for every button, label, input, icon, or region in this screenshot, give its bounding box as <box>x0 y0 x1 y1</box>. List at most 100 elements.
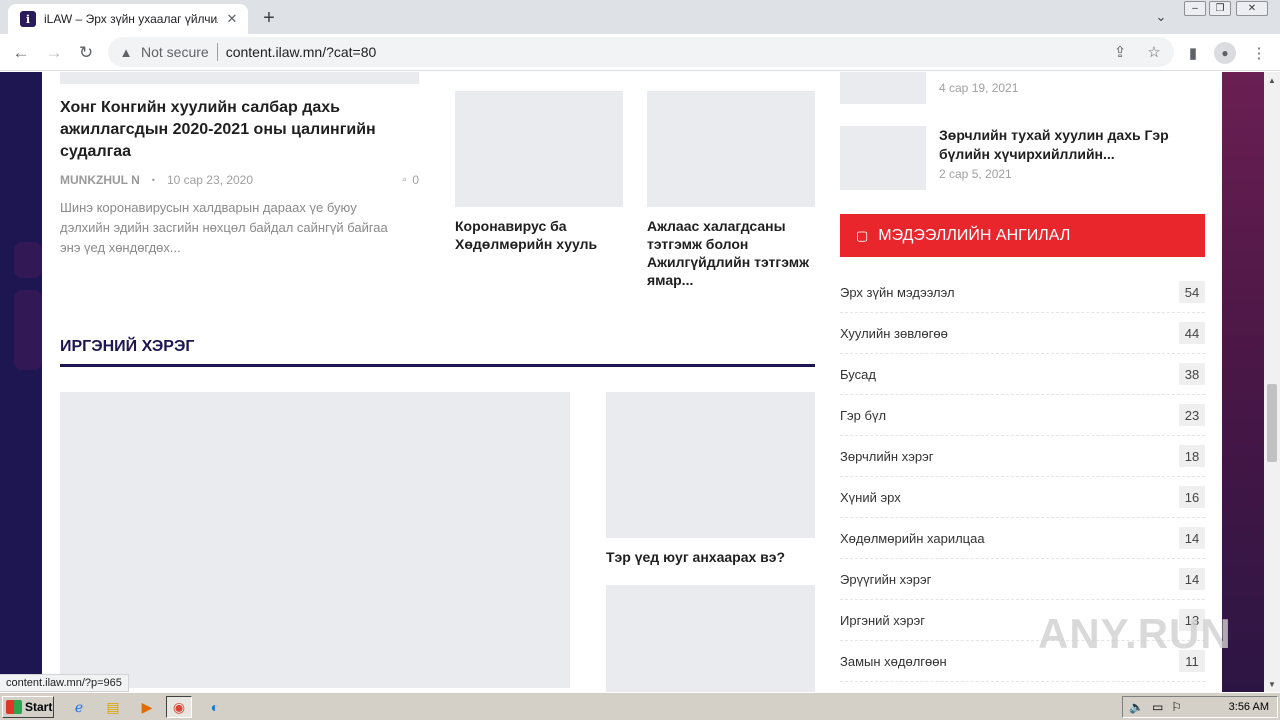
comment-count[interactable]: 0 <box>412 173 419 187</box>
profile-icon[interactable]: ● <box>1214 42 1236 64</box>
url-text[interactable]: content.ilaw.mn/?cat=80 <box>226 44 377 60</box>
forward-icon[interactable]: → <box>42 41 66 65</box>
post-thumbnail[interactable] <box>647 91 815 207</box>
clock[interactable]: 3:56 AM <box>1229 701 1269 713</box>
browser-toolbar: ← → ↻ ▲ Not secure content.ilaw.mn/?cat=… <box>0 34 1280 71</box>
scroll-up-arrow-icon[interactable]: ▲ <box>1264 72 1280 88</box>
section-title[interactable]: ИРГЭНИЙ ХЭРЭГ <box>60 338 194 356</box>
background-decoration <box>14 242 42 278</box>
page-viewport: Хонг Конгийн хуулийн салбар дахь ажиллаг… <box>0 72 1264 692</box>
recent-post-thumbnail[interactable] <box>840 72 926 104</box>
browser-tab[interactable]: i iLAW – Эрх зүйн ухаалаг үйлчилгээ ✕ <box>8 4 248 34</box>
category-item[interactable]: Бусад 38 <box>840 354 1205 395</box>
post-thumbnail[interactable] <box>455 91 623 207</box>
edge-icon[interactable]: ◐ <box>202 696 228 718</box>
chrome-taskbar-icon[interactable]: ◉ <box>166 696 192 718</box>
category-item[interactable]: Хөдөлмөрийн харилцаа 14 <box>840 518 1205 559</box>
category-name[interactable]: Замын хөдөлгөөн <box>840 654 947 669</box>
category-name[interactable]: Хуулийн зөвлөгөө <box>840 326 948 341</box>
post-thumbnail[interactable] <box>606 392 815 538</box>
tab-search-chevron-icon[interactable]: ⌄ <box>1152 8 1170 26</box>
post-author[interactable]: MUNKZHUL N <box>60 173 140 187</box>
volume-icon[interactable]: 🔈 <box>1129 700 1144 714</box>
category-count: 54 <box>1179 281 1205 303</box>
omnibox-divider <box>216 43 218 61</box>
category-name[interactable]: Хөдөлмөрийн харилцаа <box>840 531 985 546</box>
category-name[interactable]: Хүний эрх <box>840 490 901 505</box>
file-explorer-icon[interactable]: ▤ <box>100 696 126 718</box>
recent-post-thumbnail[interactable] <box>840 126 926 190</box>
link-status-bubble: content.ilaw.mn/?p=965 <box>0 674 129 692</box>
menu-kebab-icon[interactable]: ⋮ <box>1248 42 1270 64</box>
post-title[interactable]: Хонг Конгийн хуулийн салбар дахь ажиллаг… <box>60 97 430 163</box>
section-divider <box>60 364 815 367</box>
side-panel-icon[interactable]: ▮ <box>1182 42 1204 64</box>
category-name[interactable]: Эрх зүйн мэдээлэл <box>840 285 955 300</box>
recent-post-title-clipped[interactable] <box>939 72 1205 74</box>
network-icon[interactable]: ▭ <box>1152 700 1163 714</box>
category-count: 44 <box>1179 322 1205 344</box>
background-image <box>1222 72 1264 692</box>
folder-icon: ▢ <box>856 227 869 243</box>
windows-logo-icon <box>6 700 22 714</box>
post-title[interactable]: Коронавирус ба Хөдөлмөрийн хууль <box>455 217 623 253</box>
category-name[interactable]: Бусад <box>840 367 876 382</box>
start-button[interactable]: Start <box>2 696 54 718</box>
minimize-button[interactable]: – <box>1184 1 1206 16</box>
back-icon[interactable]: ← <box>9 41 33 65</box>
site-favicon-icon: i <box>20 11 36 27</box>
categories-heading-label: МЭДЭЭЛЛИЙН АНГИЛАЛ <box>878 226 1071 244</box>
category-name[interactable]: Зөрчлийн хэрэг <box>840 449 933 464</box>
share-icon[interactable]: ⇪ <box>1110 42 1130 62</box>
post-title[interactable]: Тэр үед юуг анхаарах вэ? <box>606 548 815 566</box>
recent-post-title[interactable]: Зөрчлийн тухай хуулин дахь Гэр бүлийн хү… <box>939 126 1205 164</box>
category-count: 16 <box>1179 486 1205 508</box>
media-player-icon[interactable]: ▶ <box>134 696 160 718</box>
main-content: Хонг Конгийн хуулийн салбар дахь ажиллаг… <box>42 72 1222 692</box>
category-item[interactable]: Эрүүгийн хэрэг 14 <box>840 559 1205 600</box>
categories-widget-heading: ▢ МЭДЭЭЛЛИЙН АНГИЛАЛ <box>840 214 1205 257</box>
address-bar[interactable]: ▲ Not secure content.ilaw.mn/?cat=80 ⇪ ☆ <box>108 37 1174 67</box>
background-decoration <box>14 290 42 370</box>
post-thumbnail[interactable] <box>606 585 815 692</box>
category-name[interactable]: Гэр бүл <box>840 408 886 423</box>
recent-post-date: 4 сар 19, 2021 <box>939 81 1019 95</box>
category-item[interactable]: Хуулийн зөвлөгөө 44 <box>840 313 1205 354</box>
start-label: Start <box>25 700 53 714</box>
category-count: 18 <box>1179 445 1205 467</box>
internet-explorer-icon[interactable]: ℯ <box>66 696 92 718</box>
new-tab-button[interactable]: + <box>258 7 280 29</box>
featured-post-thumbnail[interactable] <box>60 392 570 688</box>
bookmark-star-icon[interactable]: ☆ <box>1144 42 1164 62</box>
category-item[interactable]: Зөрчлийн хэрэг 18 <box>840 436 1205 477</box>
post-excerpt: Шинэ коронавирусын халдварын дараах үе б… <box>60 200 388 255</box>
flag-icon[interactable]: ⚐ <box>1171 700 1182 714</box>
not-secure-label[interactable]: Not secure <box>141 44 209 60</box>
category-count: 38 <box>1179 363 1205 385</box>
scroll-down-arrow-icon[interactable]: ▼ <box>1264 676 1280 692</box>
category-item[interactable]: Хүний эрх 16 <box>840 477 1205 518</box>
recent-post-date: 2 сар 5, 2021 <box>939 167 1012 181</box>
tab-title: iLAW – Эрх зүйн ухаалаг үйлчилгээ <box>44 12 218 26</box>
tab-close-icon[interactable]: ✕ <box>224 11 240 27</box>
comment-icon[interactable]: ▫ <box>402 174 406 186</box>
post-meta: MUNKZHUL N • 10 сар 23, 2020 ▫ 0 <box>60 173 419 187</box>
scrollbar-thumb[interactable] <box>1267 384 1277 462</box>
page-scrollbar[interactable]: ▲ ▼ <box>1264 72 1280 692</box>
post-thumbnail[interactable] <box>60 72 419 84</box>
restore-button[interactable]: ❐ <box>1209 1 1231 16</box>
category-item[interactable]: Эрх зүйн мэдээлэл 54 <box>840 272 1205 313</box>
category-name[interactable]: Эрүүгийн хэрэг <box>840 572 931 587</box>
meta-dot: • <box>151 175 155 185</box>
system-tray: 🔈 ▭ ⚐ 3:56 AM <box>1122 696 1278 718</box>
post-date: 10 сар 23, 2020 <box>166 173 254 187</box>
close-window-button[interactable]: ✕ <box>1236 1 1268 16</box>
post-title[interactable]: Ажлаас халагдсаны тэтгэмж болон Ажилгүйд… <box>647 217 815 289</box>
category-item[interactable]: Гэр бүл 23 <box>840 395 1205 436</box>
warning-icon[interactable]: ▲ <box>118 44 134 60</box>
category-count: 14 <box>1179 527 1205 549</box>
browser-titlebar: i iLAW – Эрх зүйн ухаалаг үйлчилгээ ✕ + … <box>0 0 1280 34</box>
reload-icon[interactable]: ↻ <box>74 41 98 65</box>
category-name[interactable]: Иргэний хэрэг <box>840 613 925 628</box>
anyrun-watermark-logo: ANY.RUN <box>1038 610 1232 657</box>
